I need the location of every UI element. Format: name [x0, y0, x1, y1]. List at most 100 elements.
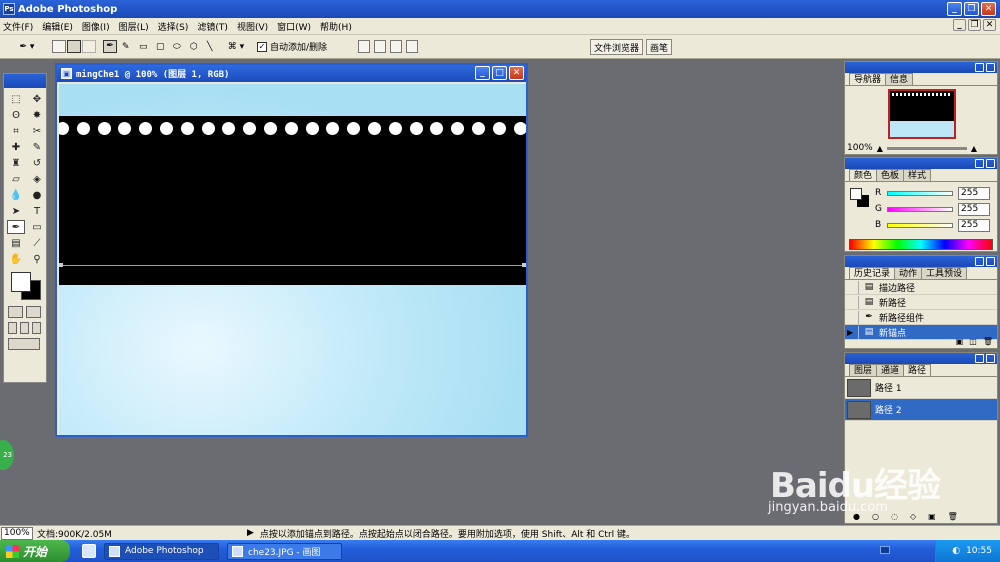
dodge-tool-icon[interactable]: ●	[28, 188, 46, 202]
tab-paths[interactable]: 路径	[903, 364, 932, 376]
document-size[interactable]: 文档:900K/2.05M	[37, 527, 187, 540]
navigator-zoom-slider[interactable]	[886, 146, 967, 150]
eyedropper-icon[interactable]: ⟋	[28, 236, 46, 250]
red-value-field[interactable]: 255	[958, 186, 990, 200]
new-snapshot-icon[interactable]: ◫	[969, 337, 977, 346]
brush-tool-icon[interactable]: ✎	[28, 140, 46, 154]
color-spectrum-bar[interactable]	[849, 239, 993, 250]
color-palette-swatches[interactable]	[850, 188, 872, 210]
show-desktop-icon[interactable]	[82, 544, 96, 558]
screen-mode-full-icon[interactable]	[32, 322, 41, 334]
shape-layers-icon[interactable]	[52, 39, 66, 54]
menu-edit[interactable]: 编辑(E)	[42, 20, 73, 33]
zoom-in-icon[interactable]: ▲	[971, 144, 977, 153]
custom-shape-icon[interactable]: ⌘ ▾	[224, 39, 248, 54]
marquee-tool-icon[interactable]: ⬚	[7, 92, 25, 106]
foreground-color[interactable]	[11, 272, 31, 292]
task-paint[interactable]: che23.JPG - 画图	[227, 542, 342, 560]
document-minimize-button[interactable]: _	[475, 66, 490, 80]
tab-tool-presets[interactable]: 工具预设	[921, 267, 968, 279]
ellipse-shape-icon[interactable]: ⬭	[173, 39, 181, 54]
tray-keyboard-icon[interactable]	[880, 546, 890, 554]
notes-tool-icon[interactable]: ▤	[7, 236, 25, 250]
tab-info[interactable]: 信息	[885, 73, 914, 85]
tray-network-icon[interactable]: ◐	[952, 546, 960, 556]
tab-channels[interactable]: 通道	[876, 364, 905, 376]
auto-add-delete-checkbox[interactable]: ✓ 自动添加/删除	[257, 39, 327, 54]
menu-image[interactable]: 图像(I)	[82, 20, 110, 33]
pen-tool-preset-icon[interactable]: ✒ ▾	[12, 39, 42, 54]
doc-minimize-button[interactable]: _	[953, 19, 966, 31]
add-path-area-icon[interactable]	[358, 39, 370, 54]
navigator-zoom[interactable]: 100%	[847, 143, 873, 153]
menu-filter[interactable]: 滤镜(T)	[197, 20, 228, 33]
polygon-shape-icon[interactable]: ⬡	[190, 39, 198, 54]
screen-mode-standard-icon[interactable]	[8, 322, 17, 334]
file-browser-tab[interactable]: 文件浏览器	[590, 39, 644, 55]
delete-path-icon[interactable]: 🗑	[948, 512, 958, 521]
load-path-as-selection-icon[interactable]: ◌	[891, 512, 898, 521]
history-item[interactable]: ▤ 新路径	[845, 295, 997, 310]
lasso-tool-icon[interactable]: ʘ	[7, 108, 25, 122]
history-item[interactable]: ▤ 描边路径	[845, 280, 997, 295]
document-maximize-button[interactable]: □	[492, 66, 507, 80]
status-zoom-field[interactable]: 100%	[1, 526, 33, 540]
type-tool-icon[interactable]: T	[28, 204, 46, 218]
rectangle-tool-icon[interactable]: ▭	[28, 220, 46, 234]
minimize-button[interactable]: _	[947, 2, 962, 16]
task-photoshop[interactable]: Adobe Photoshop	[104, 542, 219, 560]
navigator-thumbnail[interactable]	[888, 89, 956, 139]
quick-mask-icon[interactable]	[26, 306, 41, 318]
freeform-pen-icon[interactable]: ✎	[122, 39, 130, 54]
hand-tool-icon[interactable]: ✋	[7, 252, 25, 266]
tab-layers[interactable]: 图层	[849, 364, 878, 376]
path-item[interactable]: 路径 1	[845, 377, 997, 399]
history-item[interactable]: ✒ 新路径组件	[845, 310, 997, 325]
exclude-path-area-icon[interactable]	[406, 39, 418, 54]
anchor-point[interactable]	[59, 263, 63, 267]
eraser-tool-icon[interactable]: ▱	[7, 172, 25, 186]
menu-window[interactable]: 窗口(W)	[277, 20, 311, 33]
subtract-path-area-icon[interactable]	[374, 39, 386, 54]
blue-value-field[interactable]: 255	[958, 218, 990, 232]
anchor-point[interactable]	[522, 263, 526, 267]
healing-brush-icon[interactable]: ✚	[7, 140, 25, 154]
jump-to-imageready-icon[interactable]	[8, 338, 40, 350]
crop-tool-icon[interactable]: ⌗	[7, 124, 25, 138]
new-document-from-state-icon[interactable]: ▣	[956, 337, 964, 346]
menu-file[interactable]: 文件(F)	[3, 20, 33, 33]
pen-icon[interactable]: ✒	[103, 39, 117, 54]
line-shape-icon[interactable]: ╲	[207, 39, 212, 54]
pen-tool-icon[interactable]: ✒	[7, 220, 25, 234]
standard-mode-icon[interactable]	[8, 306, 23, 318]
status-arrow-icon[interactable]: ▶	[247, 528, 254, 538]
tab-actions[interactable]: 动作	[894, 267, 923, 279]
image-canvas[interactable]	[59, 84, 526, 435]
path-item-selected[interactable]: 路径 2	[845, 399, 997, 421]
doc-restore-button[interactable]: ❐	[968, 19, 981, 31]
slice-tool-icon[interactable]: ✂	[28, 124, 46, 138]
magic-wand-icon[interactable]: ✸	[28, 108, 46, 122]
green-value-field[interactable]: 255	[958, 202, 990, 216]
blue-slider[interactable]	[887, 222, 953, 228]
move-tool-icon[interactable]: ✥	[28, 92, 46, 106]
screen-mode-full-menu-icon[interactable]	[20, 322, 29, 334]
tab-color[interactable]: 颜色	[849, 169, 878, 181]
brushes-tab[interactable]: 画笔	[646, 39, 673, 55]
menu-select[interactable]: 选择(S)	[158, 20, 189, 33]
restore-button[interactable]: ❐	[964, 2, 979, 16]
paths-mode-icon[interactable]	[67, 39, 81, 54]
red-slider[interactable]	[887, 190, 953, 196]
intersect-path-area-icon[interactable]	[390, 39, 402, 54]
history-brush-icon[interactable]: ↺	[28, 156, 46, 170]
tab-styles[interactable]: 样式	[903, 169, 932, 181]
make-work-path-icon[interactable]: ◇	[910, 512, 916, 521]
path-select-icon[interactable]: ➤	[7, 204, 25, 218]
delete-state-icon[interactable]: 🗑	[983, 337, 993, 346]
zoom-out-icon[interactable]: ▲	[877, 144, 883, 153]
create-new-path-icon[interactable]: ▣	[928, 512, 936, 521]
color-swatches[interactable]	[7, 272, 43, 302]
doc-close-button[interactable]: ✕	[983, 19, 996, 31]
start-button[interactable]: 开始	[0, 540, 70, 562]
work-path[interactable]	[59, 265, 526, 266]
